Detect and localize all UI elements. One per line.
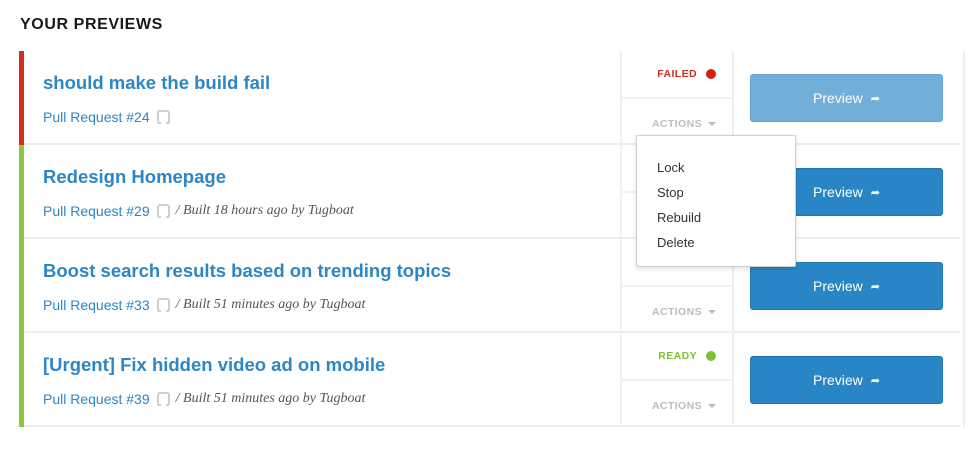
pull-request-link[interactable]: Pull Request #29 bbox=[43, 203, 150, 219]
share-arrow-icon: ➦ bbox=[870, 92, 880, 105]
share-arrow-icon: ➦ bbox=[870, 186, 880, 199]
button-column: Preview ➦ bbox=[732, 51, 965, 145]
build-info: / Built 18 hours ago by Tugboat bbox=[175, 203, 354, 218]
preview-button[interactable]: Preview ➦ bbox=[750, 262, 943, 310]
preview-title[interactable]: Boost search results based on trending t… bbox=[43, 260, 451, 282]
preview-button-label: Preview bbox=[812, 184, 863, 200]
divider bbox=[622, 285, 732, 287]
actions-label: ACTIONS bbox=[651, 400, 702, 412]
page-heading: YOUR PREVIEWS bbox=[20, 16, 163, 33]
preview-meta: Pull Request #29 / Built 18 hours ago by… bbox=[43, 202, 354, 220]
pull-request-link[interactable]: Pull Request #39 bbox=[43, 391, 150, 407]
share-arrow-icon: ➦ bbox=[870, 374, 880, 387]
actions-menu: Lock Stop Rebuild Delete bbox=[636, 135, 796, 267]
status-dot-icon bbox=[706, 351, 716, 361]
status-badge: READY bbox=[658, 349, 716, 363]
preview-meta: Pull Request #39 / Built 51 minutes ago … bbox=[43, 390, 365, 408]
status-badge: FAILED bbox=[657, 67, 716, 81]
github-icon bbox=[156, 298, 170, 312]
caret-down-icon bbox=[708, 122, 716, 126]
preview-meta: Pull Request #33 / Built 51 minutes ago … bbox=[43, 296, 365, 314]
actions-dropdown-toggle[interactable]: ACTIONS bbox=[652, 400, 716, 412]
status-dot-icon bbox=[706, 69, 716, 79]
menu-item-stop[interactable]: Stop bbox=[637, 180, 795, 205]
pull-request-link[interactable]: Pull Request #24 bbox=[43, 109, 150, 125]
preview-meta: Pull Request #24 bbox=[43, 108, 170, 126]
actions-label: ACTIONS bbox=[651, 118, 702, 130]
github-icon bbox=[156, 110, 170, 124]
build-info: / Built 51 minutes ago by Tugboat bbox=[175, 391, 366, 406]
menu-item-rebuild[interactable]: Rebuild bbox=[637, 205, 795, 230]
preview-button[interactable]: Preview ➦ bbox=[750, 356, 943, 404]
status-label: FAILED bbox=[657, 68, 697, 80]
caret-down-icon bbox=[708, 310, 716, 314]
preview-info: [Urgent] Fix hidden video ad on mobile P… bbox=[24, 333, 622, 427]
actions-dropdown-toggle[interactable]: ACTIONS bbox=[652, 306, 716, 318]
caret-down-icon bbox=[708, 404, 716, 408]
preview-list: should make the build fail Pull Request … bbox=[19, 51, 965, 427]
preview-button-label: Preview bbox=[812, 278, 863, 294]
preview-title[interactable]: [Urgent] Fix hidden video ad on mobile bbox=[43, 354, 385, 376]
preview-button-label: Preview bbox=[812, 90, 863, 106]
preview-title[interactable]: Redesign Homepage bbox=[43, 166, 226, 188]
preview-info: should make the build fail Pull Request … bbox=[24, 51, 622, 145]
menu-item-delete[interactable]: Delete bbox=[637, 230, 795, 255]
preview-row: Boost search results based on trending t… bbox=[19, 239, 965, 333]
pull-request-link[interactable]: Pull Request #33 bbox=[43, 297, 150, 313]
preview-button-label: Preview bbox=[812, 372, 863, 388]
divider bbox=[622, 379, 732, 381]
status-column: FAILED ACTIONS bbox=[622, 51, 732, 145]
github-icon bbox=[156, 204, 170, 218]
divider bbox=[622, 97, 732, 99]
share-arrow-icon: ➦ bbox=[870, 280, 880, 293]
menu-item-lock[interactable]: Lock bbox=[637, 155, 795, 180]
button-column: Preview ➦ bbox=[732, 333, 965, 427]
preview-info: Boost search results based on trending t… bbox=[24, 239, 622, 333]
preview-info: Redesign Homepage Pull Request #29 / Bui… bbox=[24, 145, 622, 239]
status-column: READY ACTIONS bbox=[622, 333, 732, 427]
status-label: READY bbox=[658, 350, 697, 362]
preview-row: Redesign Homepage Pull Request #29 / Bui… bbox=[19, 145, 965, 239]
preview-title[interactable]: should make the build fail bbox=[43, 72, 270, 94]
actions-dropdown-toggle[interactable]: ACTIONS bbox=[652, 118, 716, 130]
preview-row: should make the build fail Pull Request … bbox=[19, 51, 965, 145]
preview-row: [Urgent] Fix hidden video ad on mobile P… bbox=[19, 333, 965, 427]
actions-label: ACTIONS bbox=[651, 306, 702, 318]
github-icon bbox=[156, 392, 170, 406]
build-info: / Built 51 minutes ago by Tugboat bbox=[175, 297, 366, 312]
preview-button[interactable]: Preview ➦ bbox=[750, 74, 943, 122]
